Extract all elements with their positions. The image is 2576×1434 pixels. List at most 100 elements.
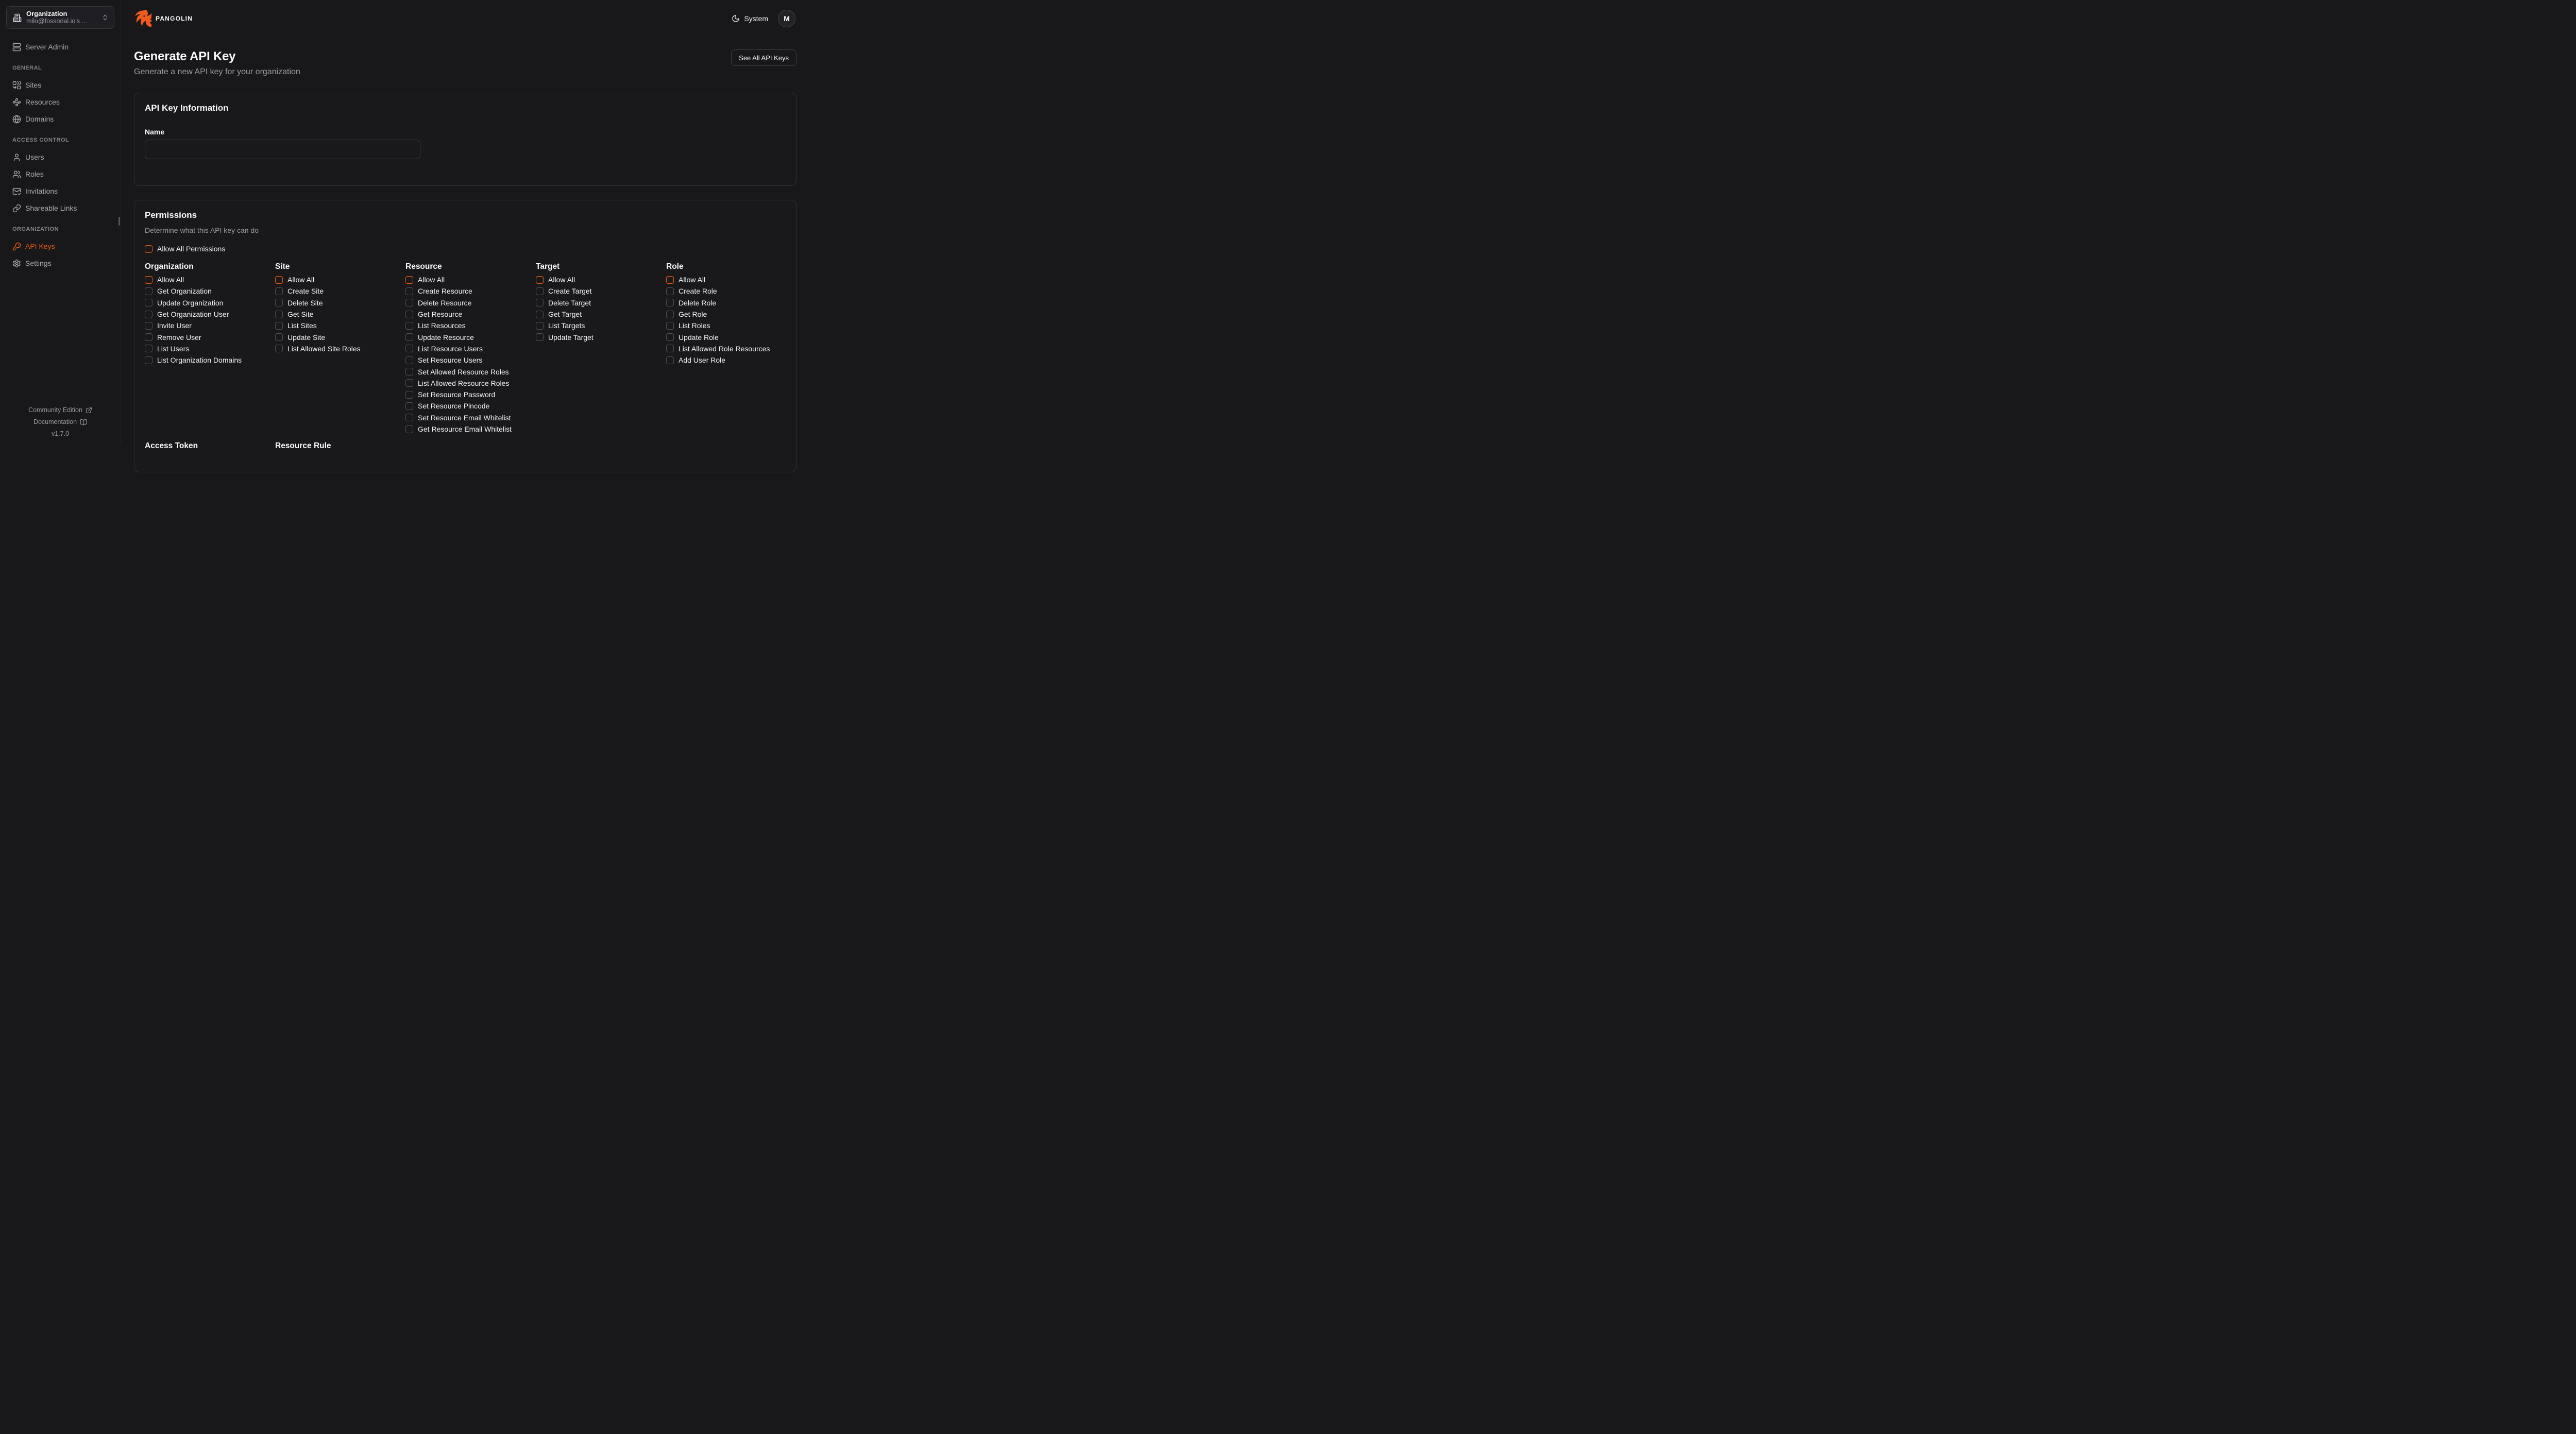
perm-row-role-create-role[interactable]: Create Role	[666, 285, 717, 297]
checkbox-unchecked[interactable]	[275, 311, 283, 318]
sidebar-item-settings[interactable]: Settings	[12, 256, 113, 270]
checkbox-unchecked[interactable]	[666, 287, 674, 295]
perm-row-resource-list-resources[interactable]: List Resources	[405, 320, 466, 331]
perm-row-organization-remove-user[interactable]: Remove User	[145, 331, 201, 343]
checkbox-unchecked[interactable]	[145, 311, 152, 318]
sidebar-item-sites[interactable]: Sites	[12, 78, 113, 92]
checkbox-unchecked[interactable]	[405, 402, 413, 410]
checkbox-unchecked[interactable]	[405, 333, 413, 341]
name-input[interactable]	[145, 140, 420, 159]
checkbox-unchecked[interactable]	[275, 287, 283, 295]
perm-row-site-list-allowed-site-roles[interactable]: List Allowed Site Roles	[275, 343, 361, 354]
perm-row-resource-set-allowed-resource-roles[interactable]: Set Allowed Resource Roles	[405, 366, 509, 377]
sidebar-item-invitations[interactable]: Invitations	[12, 184, 113, 198]
perm-row-organization-list-organization-domains[interactable]: List Organization Domains	[145, 354, 242, 366]
checkbox-unchecked[interactable]	[145, 345, 152, 352]
perm-row-role-delete-role[interactable]: Delete Role	[666, 297, 716, 309]
perm-row-site-update-site[interactable]: Update Site	[275, 331, 325, 343]
checkbox-unchecked[interactable]	[145, 333, 152, 341]
perm-row-site-allow-all[interactable]: Allow All	[275, 274, 314, 285]
perm-row-target-allow-all[interactable]: Allow All	[536, 274, 575, 285]
perm-row-resource-set-resource-pincode[interactable]: Set Resource Pincode	[405, 400, 489, 412]
perm-row-resource-get-resource-email-whitelist[interactable]: Get Resource Email Whitelist	[405, 423, 512, 435]
checkbox-unchecked[interactable]	[145, 276, 152, 284]
checkbox-unchecked[interactable]	[275, 322, 283, 330]
perm-row-organization-get-organization-user[interactable]: Get Organization User	[145, 309, 229, 320]
perm-row-target-create-target[interactable]: Create Target	[536, 285, 592, 297]
checkbox-unchecked[interactable]	[405, 368, 413, 375]
brand-logo[interactable]: PANGOLIN	[134, 10, 193, 27]
perm-row-target-update-target[interactable]: Update Target	[536, 331, 594, 343]
perm-row-resource-set-resource-email-whitelist[interactable]: Set Resource Email Whitelist	[405, 412, 511, 423]
sidebar-item-server-admin[interactable]: Server Admin	[12, 40, 113, 54]
perm-row-role-allow-all[interactable]: Allow All	[666, 274, 705, 285]
perm-row-resource-delete-resource[interactable]: Delete Resource	[405, 297, 471, 309]
checkbox-unchecked[interactable]	[536, 333, 544, 341]
sidebar-item-domains[interactable]: Domains	[12, 112, 113, 126]
sidebar-item-shareable-links[interactable]: Shareable Links	[12, 201, 113, 215]
perm-row-resource-update-resource[interactable]: Update Resource	[405, 331, 474, 343]
perm-row-target-get-target[interactable]: Get Target	[536, 309, 582, 320]
allow-all-permissions-row[interactable]: Allow All Permissions	[145, 243, 225, 254]
checkbox-unchecked[interactable]	[275, 276, 283, 284]
perm-row-role-list-allowed-role-resources[interactable]: List Allowed Role Resources	[666, 343, 770, 354]
checkbox-unchecked[interactable]	[536, 287, 544, 295]
perm-row-site-get-site[interactable]: Get Site	[275, 309, 314, 320]
checkbox-unchecked[interactable]	[405, 322, 413, 330]
sidebar-scrollbar[interactable]	[118, 217, 120, 226]
checkbox-unchecked[interactable]	[536, 322, 544, 330]
perm-row-resource-set-resource-users[interactable]: Set Resource Users	[405, 354, 482, 366]
checkbox-unchecked[interactable]	[405, 299, 413, 306]
perm-row-organization-get-organization[interactable]: Get Organization	[145, 285, 212, 297]
sidebar-item-users[interactable]: Users	[12, 150, 113, 164]
perm-row-target-delete-target[interactable]: Delete Target	[536, 297, 591, 309]
perm-row-role-get-role[interactable]: Get Role	[666, 309, 707, 320]
sidebar-item-roles[interactable]: Roles	[12, 167, 113, 181]
perm-row-role-add-user-role[interactable]: Add User Role	[666, 354, 725, 366]
checkbox-unchecked[interactable]	[275, 333, 283, 341]
checkbox-unchecked[interactable]	[666, 276, 674, 284]
checkbox-unchecked[interactable]	[145, 299, 152, 306]
perm-row-resource-create-resource[interactable]: Create Resource	[405, 285, 472, 297]
checkbox-unchecked[interactable]	[666, 299, 674, 306]
checkbox-unchecked[interactable]	[536, 299, 544, 306]
documentation-link[interactable]: Documentation	[0, 417, 121, 426]
sidebar-item-api-keys[interactable]: API Keys	[12, 239, 113, 253]
checkbox-unchecked[interactable]	[405, 414, 413, 421]
community-edition-link[interactable]: Community Edition	[0, 405, 121, 415]
checkbox-unchecked[interactable]	[145, 287, 152, 295]
checkbox-unchecked[interactable]	[536, 311, 544, 318]
perm-row-resource-list-allowed-resource-roles[interactable]: List Allowed Resource Roles	[405, 378, 509, 389]
checkbox-unchecked[interactable]	[405, 287, 413, 295]
checkbox-unchecked[interactable]	[145, 322, 152, 330]
perm-row-site-create-site[interactable]: Create Site	[275, 285, 324, 297]
checkbox-unchecked[interactable]	[405, 425, 413, 433]
checkbox-unchecked[interactable]	[666, 345, 674, 352]
checkbox-unchecked[interactable]	[666, 322, 674, 330]
perm-row-organization-invite-user[interactable]: Invite User	[145, 320, 192, 331]
perm-row-resource-list-resource-users[interactable]: List Resource Users	[405, 343, 483, 354]
checkbox-unchecked[interactable]	[666, 333, 674, 341]
perm-row-resource-allow-all[interactable]: Allow All	[405, 274, 445, 285]
avatar[interactable]: M	[778, 10, 795, 27]
perm-row-site-list-sites[interactable]: List Sites	[275, 320, 317, 331]
checkbox-unchecked[interactable]	[536, 276, 544, 284]
perm-row-organization-allow-all[interactable]: Allow All	[145, 274, 184, 285]
checkbox-unchecked[interactable]	[405, 345, 413, 352]
perm-row-target-list-targets[interactable]: List Targets	[536, 320, 585, 331]
checkbox-unchecked[interactable]	[666, 311, 674, 318]
perm-row-role-list-roles[interactable]: List Roles	[666, 320, 710, 331]
perm-row-site-delete-site[interactable]: Delete Site	[275, 297, 323, 309]
checkbox-unchecked[interactable]	[145, 356, 152, 364]
theme-toggle[interactable]: System	[732, 14, 768, 23]
perm-row-resource-get-resource[interactable]: Get Resource	[405, 309, 462, 320]
checkbox-unchecked[interactable]	[275, 345, 283, 352]
checkbox-unchecked[interactable]	[405, 379, 413, 387]
perm-row-resource-set-resource-password[interactable]: Set Resource Password	[405, 389, 495, 400]
sidebar-item-resources[interactable]: Resources	[12, 95, 113, 109]
org-switcher[interactable]: Organization milo@fossorial.io's ...	[6, 6, 114, 29]
checkbox-unchecked[interactable]	[405, 391, 413, 399]
see-all-api-keys-button[interactable]: See All API Keys	[731, 49, 796, 66]
perm-row-organization-update-organization[interactable]: Update Organization	[145, 297, 223, 309]
perm-row-role-update-role[interactable]: Update Role	[666, 331, 719, 343]
